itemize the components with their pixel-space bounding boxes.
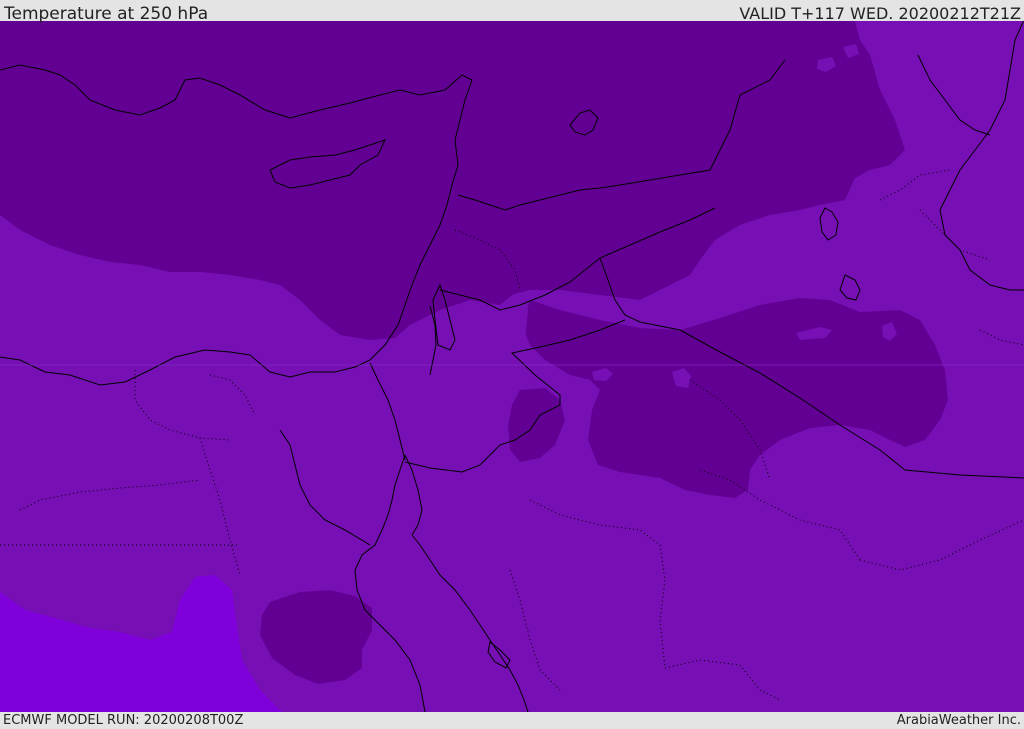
valid-time-label: VALID T+117 WED. 20200212T21Z (739, 4, 1021, 23)
header-bar: Temperature at 250 hPa VALID T+117 WED. … (0, 0, 1024, 24)
cold-band-iran (905, 21, 1024, 150)
footer-bar: ECMWF MODEL RUN: 20200208T00Z ArabiaWeat… (0, 712, 1024, 729)
map-title: Temperature at 250 hPa (4, 4, 209, 24)
weather-map-frame: Temperature at 250 hPa VALID T+117 WED. … (0, 0, 1024, 729)
temperature-map (0, 21, 1024, 712)
model-run-label: ECMWF MODEL RUN: 20200208T00Z (3, 713, 244, 728)
map-canvas (0, 21, 1024, 712)
credit-label: ArabiaWeather Inc. (896, 713, 1021, 728)
